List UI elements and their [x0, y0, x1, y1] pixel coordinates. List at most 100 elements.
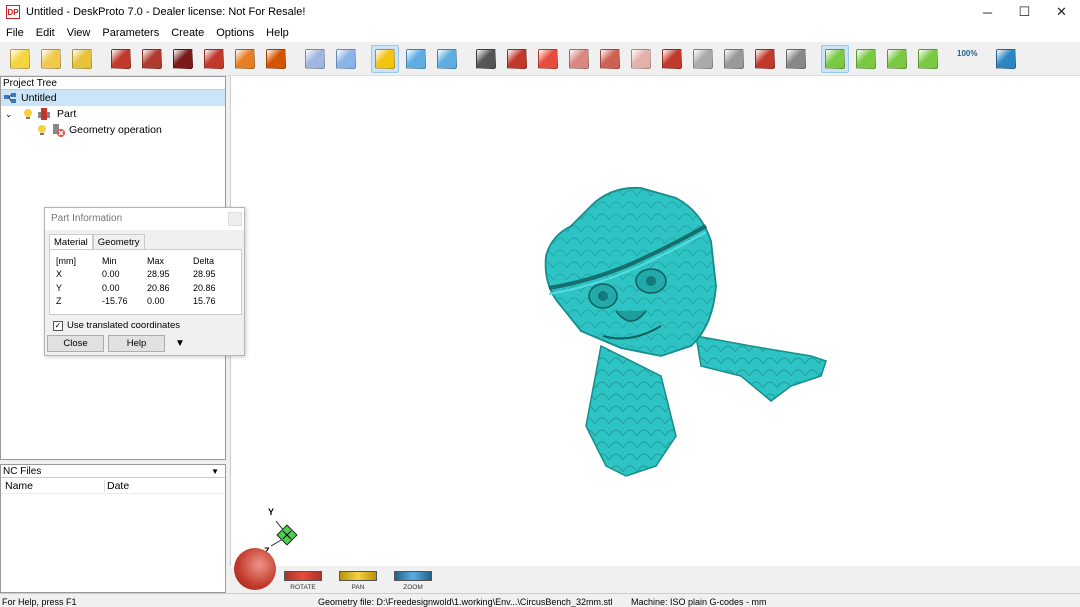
lightbulb-icon[interactable] — [37, 124, 47, 136]
close-button[interactable]: Close — [47, 335, 104, 352]
pan-mode-button[interactable] — [852, 45, 880, 73]
3d-viewport[interactable]: Y Z — [230, 76, 1080, 566]
help-book-icon — [996, 48, 1016, 69]
column-name[interactable]: Name — [1, 479, 105, 492]
screen-button[interactable] — [433, 45, 461, 73]
geometry-wizard-button[interactable] — [138, 45, 166, 73]
view-cube-3-button[interactable] — [565, 45, 593, 73]
view-cube-7-button[interactable] — [689, 45, 717, 73]
screen-icon — [437, 48, 457, 69]
window-title: Untitled - DeskProto 7.0 - Dealer licens… — [26, 6, 306, 18]
tab-material[interactable]: Material — [49, 234, 93, 249]
help-button[interactable]: Help — [108, 335, 165, 352]
tree-item-untitled[interactable]: Untitled — [1, 90, 225, 106]
view-cube-1-button[interactable] — [503, 45, 531, 73]
zoom-mode-button[interactable] — [883, 45, 911, 73]
rotate-gauge[interactable] — [284, 571, 322, 581]
checkbox-label: Use translated coordinates — [67, 320, 181, 331]
info-button[interactable] — [371, 44, 399, 73]
vector-wizard-button[interactable] — [200, 45, 228, 73]
tab-geometry[interactable]: Geometry — [92, 234, 145, 249]
column-date[interactable]: Date — [105, 480, 129, 492]
pan-mode-icon — [856, 48, 876, 69]
zoom-mode-icon — [887, 48, 907, 69]
inspect-button[interactable] — [332, 45, 360, 73]
table-row: Y 0.00 20.86 20.86 — [56, 281, 235, 295]
view-cube-2-button[interactable] — [534, 45, 562, 73]
toolbar-separator — [813, 45, 821, 73]
project-tree-header: Project Tree — [1, 77, 225, 90]
dropdown-arrow-icon[interactable]: ▼ — [211, 465, 219, 478]
menu-parameters[interactable]: Parameters — [96, 27, 165, 39]
zoom-label: ZOOM — [403, 584, 423, 591]
translated-coordinates-checkbox[interactable]: ✓ — [53, 320, 63, 331]
tree-item-label: Geometry operation — [69, 124, 162, 136]
menu-create[interactable]: Create — [165, 27, 210, 39]
status-machine: Machine: ISO plain G-codes - mm — [631, 597, 767, 607]
toolbar-separator — [945, 45, 953, 73]
menu-options[interactable]: Options — [210, 27, 260, 39]
status-bar: For Help, press F1 Geometry file: D:\Fre… — [0, 593, 1080, 607]
wizard-d-button[interactable] — [107, 45, 135, 73]
material-table: [mm] Min Max Delta X 0.00 28.95 28.95 Y … — [49, 249, 242, 315]
layout-button[interactable] — [402, 45, 430, 73]
new-project-button[interactable] — [6, 45, 34, 73]
eraser-button[interactable] — [301, 45, 329, 73]
close-window-button[interactable]: ✕ — [1043, 0, 1080, 24]
maximize-button[interactable]: ☐ — [1006, 0, 1043, 24]
camera-icon — [476, 48, 496, 69]
model-render[interactable] — [231, 76, 1080, 566]
d-wizard-icon — [235, 48, 255, 69]
cad-model[interactable] — [544, 186, 827, 477]
save-nc-button[interactable] — [262, 45, 290, 73]
camera-store-button[interactable] — [782, 45, 810, 73]
lightbulb-icon[interactable] — [23, 108, 33, 120]
chevron-down-icon[interactable]: ⌄ — [5, 109, 19, 120]
new-project-icon — [10, 48, 30, 69]
translated-coordinates-option[interactable]: ✓ Use translated coordinates — [53, 320, 244, 331]
expand-arrow-icon[interactable]: ▼ — [175, 338, 185, 349]
help-book-button[interactable] — [992, 45, 1020, 73]
tree-item-part[interactable]: ⌄ Part — [1, 106, 225, 122]
view-cube-8-button[interactable] — [720, 45, 748, 73]
pan-gauge[interactable] — [339, 571, 377, 581]
image-wizard-button[interactable] — [169, 45, 197, 73]
app-icon: DP — [6, 5, 20, 19]
rotate-mode-button[interactable] — [821, 44, 849, 73]
toolbar-separator — [99, 45, 107, 73]
view-cube-1-icon — [507, 48, 527, 69]
header-min: Min — [102, 255, 117, 266]
axis-triad — [270, 520, 298, 547]
menu-edit[interactable]: Edit — [30, 27, 61, 39]
wizard-d-icon — [111, 48, 131, 69]
pan-label: PAN — [351, 584, 365, 591]
save-project-button[interactable] — [68, 45, 96, 73]
view-cube-6-button[interactable] — [658, 45, 686, 73]
tree-item-geometry-operation[interactable]: Geometry operation — [1, 122, 225, 138]
zoom-window-icon — [918, 48, 938, 69]
row-min: 0.00 — [102, 282, 120, 293]
d-wizard-button[interactable] — [231, 45, 259, 73]
open-project-button[interactable] — [37, 45, 65, 73]
camera-reset-button[interactable] — [751, 45, 779, 73]
table-row: X 0.00 28.95 28.95 — [56, 268, 235, 282]
rotate-dial[interactable] — [234, 548, 276, 590]
minimize-button[interactable]: ─ — [969, 0, 1006, 24]
zoom-100-button[interactable]: 100% — [953, 45, 981, 73]
view-cube-4-button[interactable] — [596, 45, 624, 73]
info-icon — [375, 48, 395, 69]
zoom-window-button[interactable] — [914, 45, 942, 73]
zoom-gauge[interactable] — [394, 571, 432, 581]
row-delta: 20.86 — [193, 282, 216, 293]
dialog-title-bar[interactable]: Part Information — [45, 208, 244, 230]
table-header-row: [mm] Min Max Delta — [56, 254, 235, 268]
view-cube-8-icon — [724, 48, 744, 69]
menu-help[interactable]: Help — [260, 27, 295, 39]
menu-file[interactable]: File — [0, 27, 30, 39]
menu-view[interactable]: View — [61, 27, 97, 39]
dialog-close-icon[interactable] — [228, 212, 242, 226]
camera-button[interactable] — [472, 45, 500, 73]
view-cube-5-button[interactable] — [627, 45, 655, 73]
main-toolbar: 100% — [0, 42, 1080, 76]
camera-store-icon — [786, 48, 806, 69]
